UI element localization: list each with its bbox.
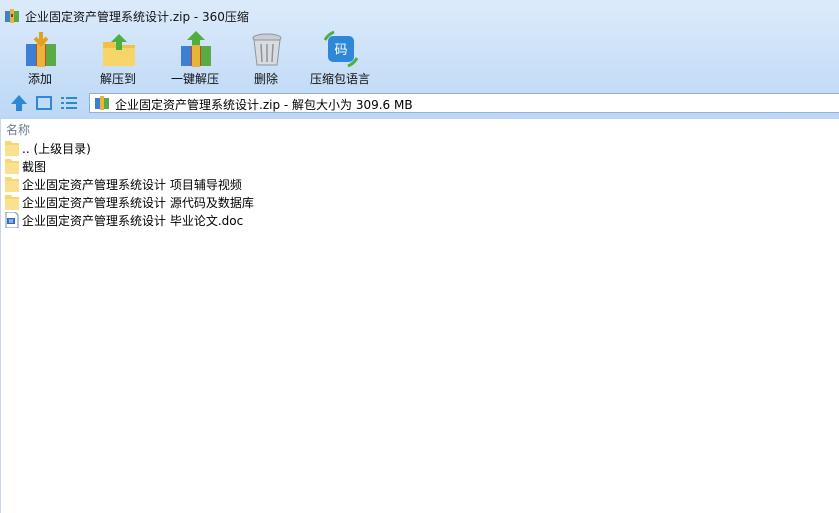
window-title: 企业固定资产管理系统设计.zip - 360压缩 <box>25 10 249 24</box>
archive-language-label: 压缩包语言 <box>309 72 370 86</box>
file-name: 企业固定资产管理系统设计 毕业论文.doc <box>22 214 244 228</box>
one-click-extract-label: 一键解压 <box>170 72 219 86</box>
extract-to-icon <box>103 34 135 66</box>
archive-language-button[interactable]: 码 压缩包语言 <box>310 30 370 88</box>
title-bar: 企业固定资产管理系统设计.zip - 360压缩 <box>0 0 839 32</box>
folder-icon <box>5 159 19 174</box>
address-bar[interactable]: 企业固定资产管理系统设计.zip - 解包大小为 309.6 MB <box>89 93 839 113</box>
delete-button-label: 删除 <box>253 72 278 86</box>
file-list: 名称 .. (上级目录) 截图 企业固定资产管理系统设计 项目辅导视频 企业固定… <box>0 119 839 513</box>
folder-icon <box>5 177 19 192</box>
list-item-folder[interactable]: 企业固定资产管理系统设计 项目辅导视频 <box>1 175 839 193</box>
folder-icon <box>5 141 19 156</box>
trash-icon <box>252 33 282 66</box>
word-document-icon: W <box>5 212 19 228</box>
view-list-icon[interactable] <box>59 94 79 112</box>
archive-language-icon: 码 <box>323 30 359 68</box>
file-name: 企业固定资产管理系统设计 源代码及数据库 <box>22 196 254 210</box>
svg-text:码: 码 <box>334 43 347 58</box>
file-name: 截图 <box>22 160 47 174</box>
one-click-extract-button[interactable]: 一键解压 <box>165 30 225 88</box>
file-rows: .. (上级目录) 截图 企业固定资产管理系统设计 项目辅导视频 企业固定资产管… <box>1 139 839 229</box>
file-name: 企业固定资产管理系统设计 项目辅导视频 <box>22 178 242 192</box>
up-arrow-icon[interactable] <box>9 94 29 112</box>
one-click-extract-icon <box>181 31 211 67</box>
extract-to-button[interactable]: 解压到 <box>88 30 148 88</box>
address-text: 企业固定资产管理系统设计.zip - 解包大小为 309.6 MB <box>115 98 413 112</box>
app-archive-icon <box>5 9 19 23</box>
file-name: .. (上级目录) <box>22 142 91 156</box>
delete-button[interactable]: 删除 <box>236 30 296 88</box>
list-item-folder[interactable]: 企业固定资产管理系统设计 源代码及数据库 <box>1 193 839 211</box>
column-header-name[interactable]: 名称 <box>6 121 30 138</box>
list-item-folder[interactable]: 截图 <box>1 157 839 175</box>
folder-icon <box>5 195 19 210</box>
view-large-icon[interactable] <box>34 94 54 112</box>
top-chrome: 企业固定资产管理系统设计.zip - 360压缩 添加 解压到 一键解压 删除 … <box>0 0 839 119</box>
list-item-file[interactable]: W 企业固定资产管理系统设计 毕业论文.doc <box>1 211 839 229</box>
extract-to-label: 解压到 <box>99 72 136 86</box>
add-button-label: 添加 <box>27 72 52 86</box>
zip-file-icon <box>95 96 109 110</box>
list-item-parent-directory[interactable]: .. (上级目录) <box>1 139 839 157</box>
add-button[interactable]: 添加 <box>10 30 70 88</box>
svg-text:W: W <box>9 219 14 225</box>
add-archive-icon <box>26 32 56 67</box>
